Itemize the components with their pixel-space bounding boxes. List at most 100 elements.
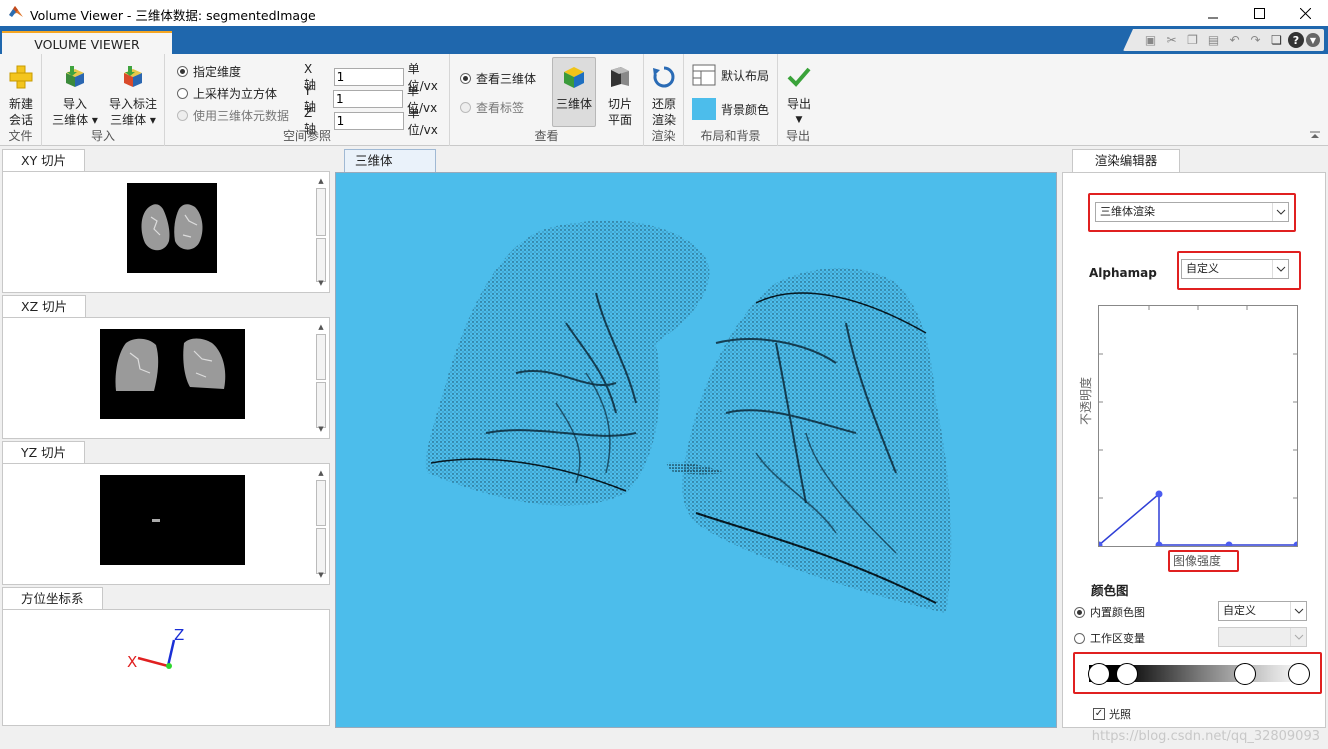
import-volume-icon <box>66 66 84 87</box>
background-color-button[interactable]: 背景颜色 <box>692 98 769 120</box>
default-layout-button[interactable]: 默认布局 <box>692 64 769 86</box>
import-labeled-volume-button[interactable]: 导入标注 三维体 ▾ <box>104 64 162 128</box>
workspace-variable-select[interactable] <box>1218 627 1307 647</box>
xy-lung-slice <box>141 204 203 251</box>
collapse-ribbon-icon[interactable] <box>1310 131 1320 139</box>
render-editor-body: 三维体渲染 Alphamap 自定义 不透明度 图像强度 颜色图 内置颜色图 自… <box>1062 172 1326 728</box>
radio-upsample-cube[interactable]: 上采样为立方体 <box>177 85 277 102</box>
colormap-handle-3[interactable] <box>1234 663 1256 685</box>
alphamap-plot[interactable] <box>1095 305 1301 549</box>
xy-slice-view[interactable]: ▲ ▼ <box>2 171 330 293</box>
cut-icon[interactable]: ✂ <box>1162 31 1181 49</box>
xz-slice-image <box>100 329 245 419</box>
radio-builtin-colormap[interactable]: 内置颜色图 <box>1074 604 1145 620</box>
xz-lung-slice <box>115 338 226 391</box>
radio-indicator <box>1074 632 1085 644</box>
builtin-colormap-select[interactable]: 自定义 <box>1218 601 1307 621</box>
save-icon[interactable]: ▣ <box>1141 31 1160 49</box>
panel-xy-slice: XY 切片 ▲ ▼ <box>2 149 330 293</box>
export-button[interactable]: 导出 ▼ <box>781 64 817 128</box>
panel-yz-slice: YZ 切片 ▲ ▼ <box>2 441 330 585</box>
chevron-down-icon <box>1290 602 1306 620</box>
quick-access-toolbar: ▣ ✂ ❐ ▤ ↶ ↷ ❏ ? ▼ <box>1123 29 1324 51</box>
tab-volume-viewer[interactable]: VOLUME VIEWER <box>2 31 172 54</box>
lung-volume-render <box>425 220 952 613</box>
tab-xz-slice[interactable]: XZ 切片 <box>2 295 87 317</box>
new-session-button[interactable]: 新建 会话 <box>5 64 37 128</box>
close-icon <box>1299 7 1311 19</box>
group-rendering: 还原 渲染 渲染 <box>644 54 684 146</box>
panel-xz-slice: XZ 切片 ▲ ▼ <box>2 295 330 439</box>
minimize-button[interactable] <box>1190 0 1236 26</box>
alphamap-x-label: 图像强度 <box>1173 554 1222 568</box>
color-swatch-icon <box>692 98 716 120</box>
slice-panels: XY 切片 ▲ ▼ XZ 切片 ▲ ▼ YZ 切片 ▲ ▼ 方位坐标系 Z X <box>0 147 333 729</box>
minimize-icon <box>1207 17 1218 18</box>
group-label-view: 查看 <box>534 129 559 143</box>
group-file: 新建 会话 文件 <box>0 54 42 146</box>
radio-indicator <box>460 102 471 113</box>
switch-windows-icon[interactable]: ❏ <box>1267 31 1286 49</box>
orientation-axes-icon: Z X <box>127 626 184 671</box>
maximize-icon <box>1253 7 1265 19</box>
lighting-checkbox[interactable]: ✓ 光照 <box>1093 706 1131 722</box>
import-volume-button[interactable]: 导入 三维体 ▾ <box>50 64 100 128</box>
yz-slice-scrollbar[interactable]: ▲ ▼ <box>315 468 327 580</box>
help-icon[interactable]: ? <box>1288 32 1304 48</box>
tab-orientation-axes[interactable]: 方位坐标系 <box>2 587 103 609</box>
yz-slice-dot <box>152 519 160 522</box>
checkbox-checked-icon: ✓ <box>1093 708 1105 720</box>
yz-slice-image <box>100 475 245 565</box>
title-bar: Volume Viewer - 三维体数据: segmentedImage <box>0 0 1328 26</box>
group-view: 查看三维体 查看标签 三维体 切片 平面 查看 <box>450 54 644 146</box>
radio-specify-dimensions[interactable]: 指定维度 <box>177 63 241 80</box>
radio-workspace-variable[interactable]: 工作区变量 <box>1074 630 1145 646</box>
radio-view-volume[interactable]: 查看三维体 <box>460 70 536 87</box>
xy-slice-scrollbar[interactable]: ▲ ▼ <box>315 176 327 288</box>
volume-render-viewport[interactable] <box>335 172 1057 728</box>
colormap-handle-1[interactable] <box>1088 663 1110 685</box>
xz-slice-view[interactable]: ▲ ▼ <box>2 317 330 439</box>
slice-planes-icon <box>611 67 629 87</box>
colormap-handle-2[interactable] <box>1116 663 1138 685</box>
tab-volume[interactable]: 三维体 <box>344 149 436 173</box>
options-menu-icon[interactable]: ▼ <box>1306 33 1320 47</box>
slice-planes-button[interactable]: 切片 平面 <box>600 64 640 128</box>
group-label-layout: 布局和背景 <box>700 129 761 143</box>
yz-slice-view[interactable]: ▲ ▼ <box>2 463 330 585</box>
paste-icon[interactable]: ▤ <box>1204 31 1223 49</box>
tab-yz-slice[interactable]: YZ 切片 <box>2 441 86 463</box>
orientation-axes-view[interactable]: Z X <box>2 609 330 726</box>
close-button[interactable] <box>1282 0 1328 26</box>
chevron-down-icon <box>1290 628 1306 646</box>
tab-render-editor[interactable]: 渲染编辑器 <box>1072 149 1180 173</box>
reset-rendering-button[interactable]: 还原 渲染 <box>646 64 682 128</box>
render-mode-select[interactable]: 三维体渲染 <box>1095 202 1289 222</box>
radio-indicator <box>177 66 188 77</box>
xz-slice-scrollbar[interactable]: ▲ ▼ <box>315 322 327 434</box>
import-labeled-volume-icon <box>124 66 142 87</box>
group-import: 导入 三维体 ▾ 导入标注 三维体 ▾ 导入 <box>42 54 165 146</box>
undo-icon[interactable]: ↶ <box>1225 31 1244 49</box>
copy-icon[interactable]: ❐ <box>1183 31 1202 49</box>
redo-icon[interactable]: ↷ <box>1246 31 1265 49</box>
matlab-logo-icon <box>9 6 23 17</box>
maximize-button[interactable] <box>1236 0 1282 26</box>
chevron-down-icon <box>1272 260 1288 278</box>
tab-xy-slice[interactable]: XY 切片 <box>2 149 86 171</box>
ribbon: 新建 会话 文件 导入 三维体 ▾ 导入标注 三维体 ▾ 导入 指定维度 上采样… <box>0 54 1328 146</box>
colormap-handle-4[interactable] <box>1288 663 1310 685</box>
alphamap-label: Alphamap <box>1089 266 1157 280</box>
alphamap-select[interactable]: 自定义 <box>1181 259 1289 279</box>
render-editor-panel: 渲染编辑器 三维体渲染 Alphamap 自定义 不透明度 图像强度 颜色图 内… <box>1062 147 1328 729</box>
cube-icon <box>564 67 584 88</box>
volume-view-area: 三维体 <box>335 147 1057 729</box>
radio-indicator <box>460 73 471 84</box>
radio-indicator <box>177 88 188 99</box>
ribbon-tab-strip: VOLUME VIEWER ▣ ✂ ❐ ▤ ↶ ↷ ❏ ? ▼ <box>0 26 1328 54</box>
volume-view-button[interactable]: 三维体 <box>552 57 596 127</box>
radio-use-metadata[interactable]: 使用三维体元数据 <box>177 107 289 124</box>
radio-view-labels[interactable]: 查看标签 <box>460 99 524 116</box>
watermark: https://blog.csdn.net/qq_32809093 <box>1091 729 1320 744</box>
radio-indicator <box>177 110 188 121</box>
